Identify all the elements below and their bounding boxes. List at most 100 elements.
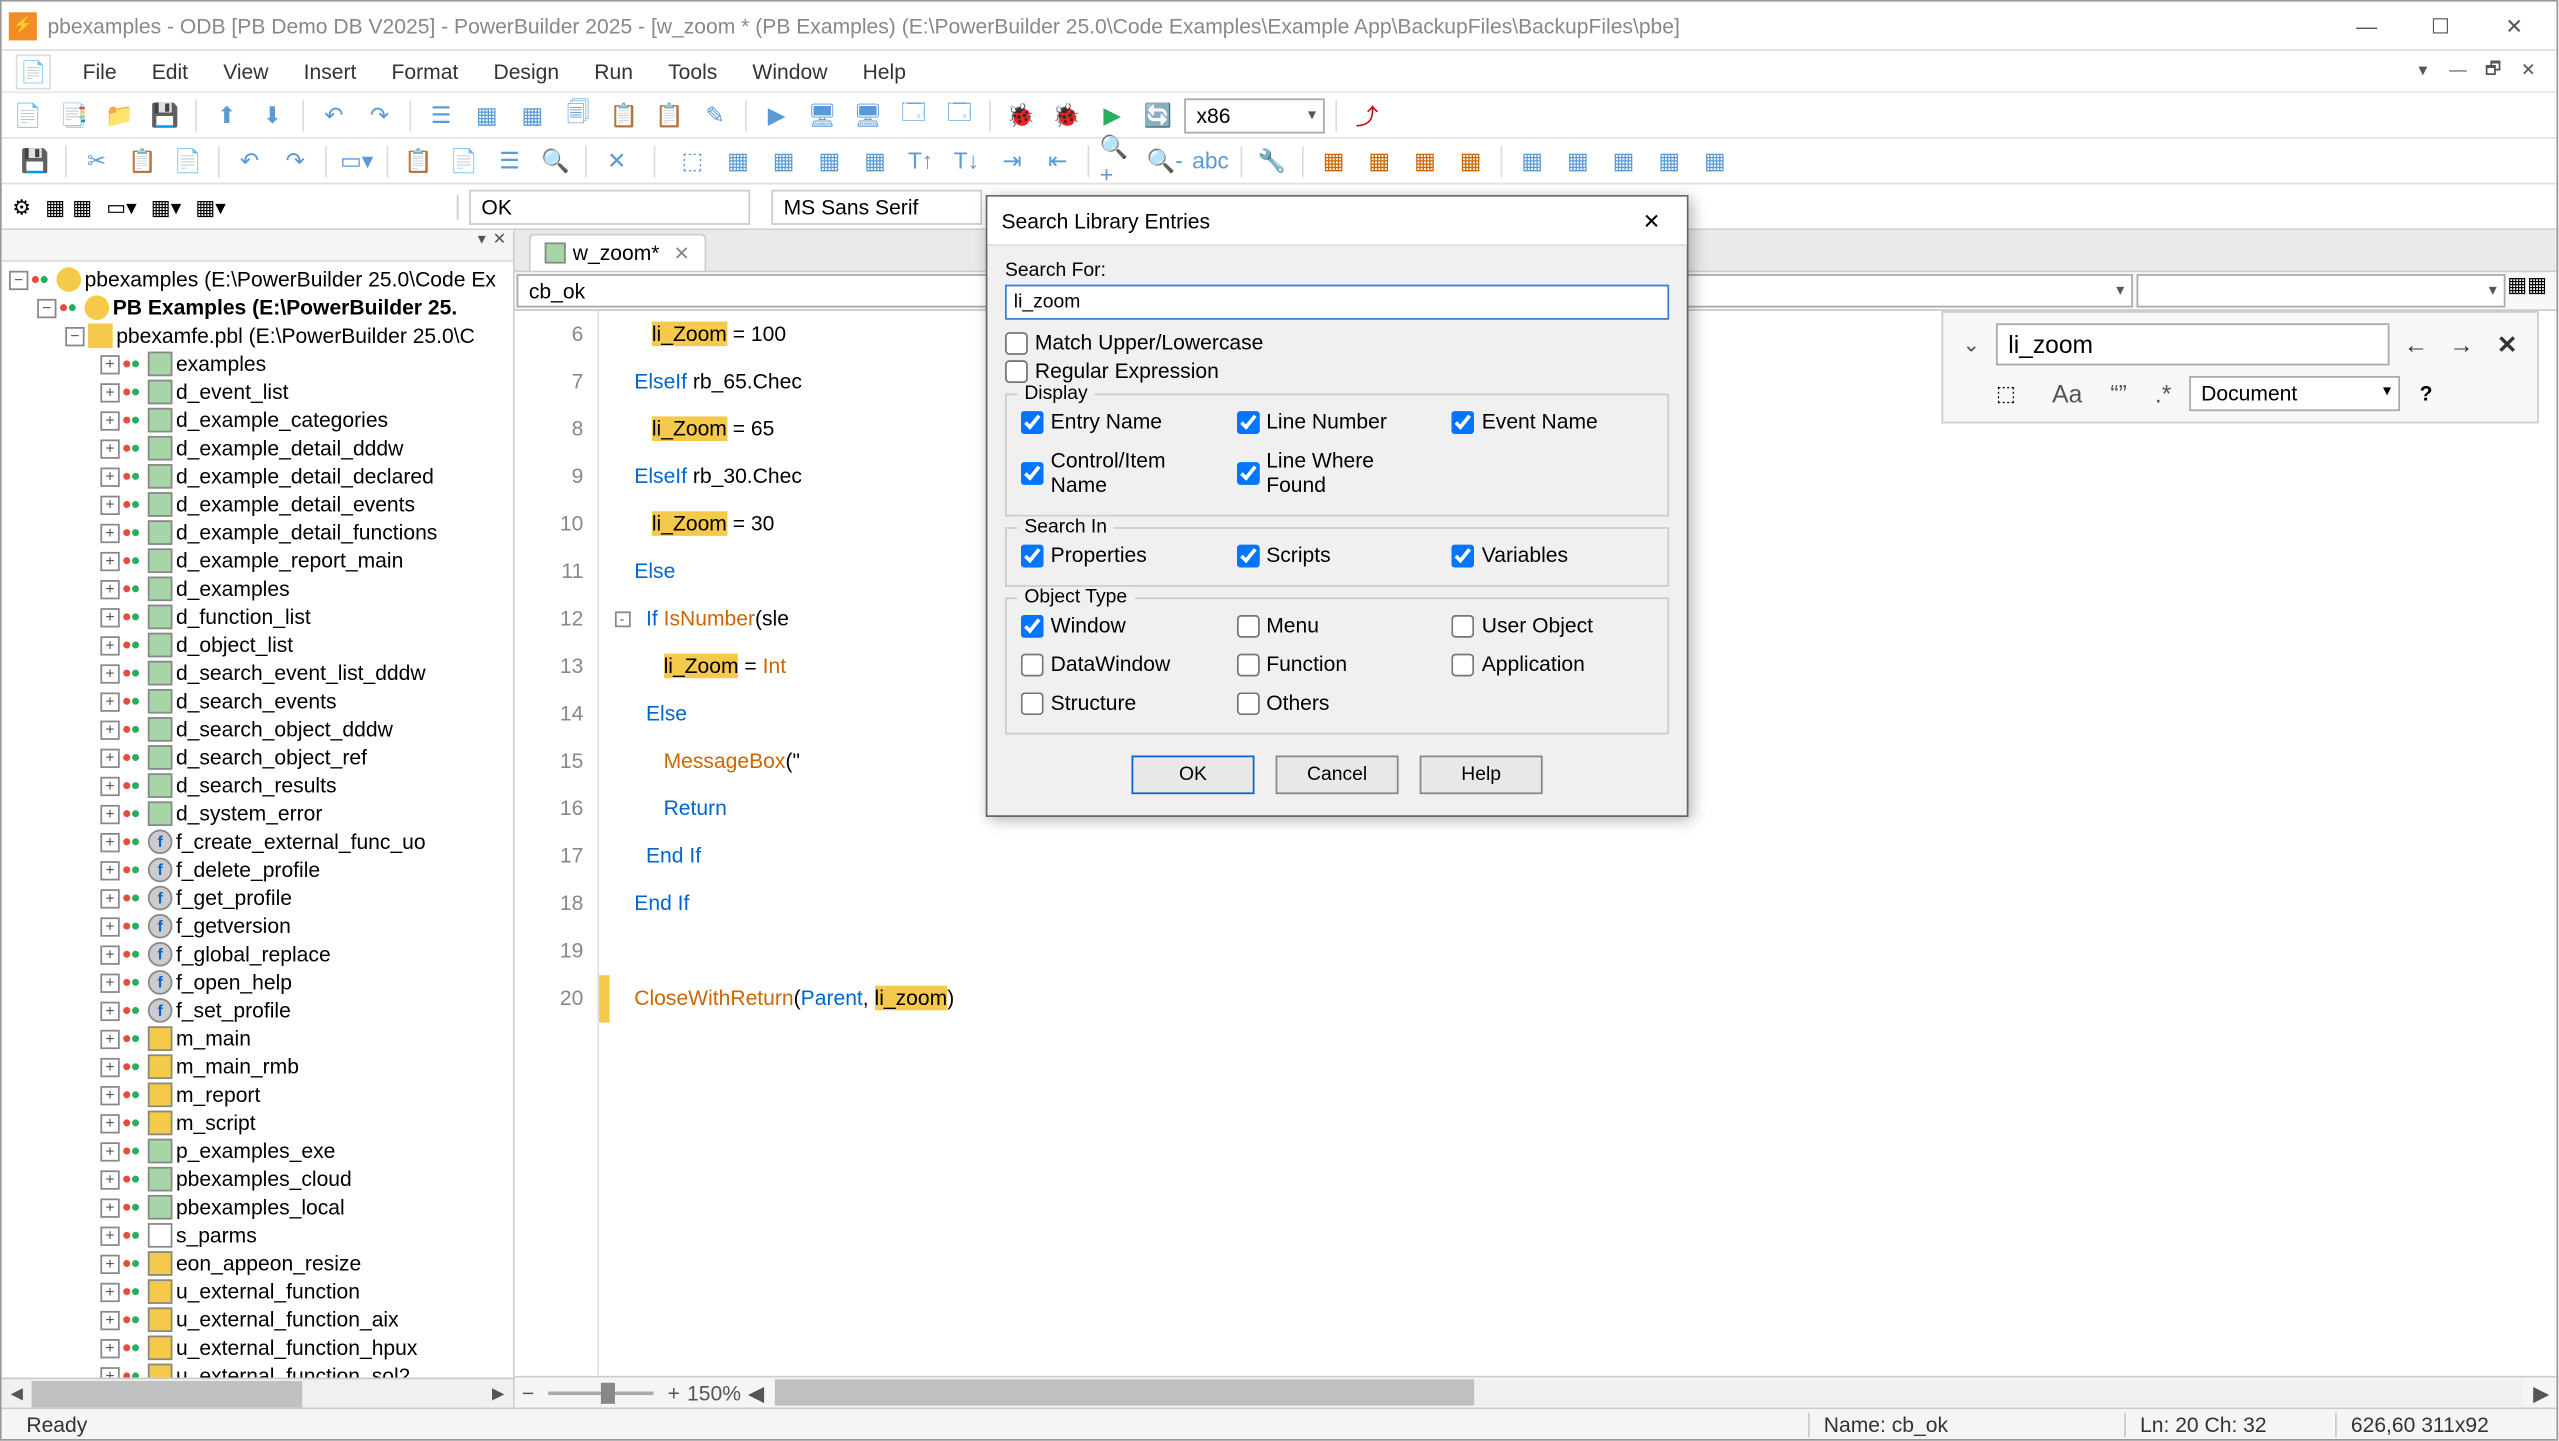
tree-item[interactable]: +d_search_object_dddw: [2, 715, 513, 743]
menu-view[interactable]: View: [206, 55, 286, 87]
tool-icon[interactable]: ▦: [467, 96, 506, 135]
view-mode-icon[interactable]: ▦: [2507, 272, 2527, 309]
tool-icon[interactable]: 🔍: [536, 141, 575, 180]
menu-design[interactable]: Design: [476, 55, 577, 87]
tree-item[interactable]: +m_report: [2, 1081, 513, 1109]
tree-item[interactable]: +d_example_categories: [2, 406, 513, 434]
mdi-close-button[interactable]: ✕: [2514, 57, 2542, 85]
minimize-button[interactable]: —: [2332, 4, 2402, 46]
menu-edit[interactable]: Edit: [134, 55, 205, 87]
tree-item[interactable]: +u_external_function_sol2: [2, 1362, 513, 1378]
tool-icon[interactable]: ↷: [360, 96, 399, 135]
undo-icon[interactable]: ↶: [230, 141, 269, 180]
tree-item[interactable]: +pbexamples_cloud: [2, 1165, 513, 1193]
match-case-option[interactable]: Aa: [2042, 376, 2093, 411]
menu-window[interactable]: Window: [735, 55, 845, 87]
tree-item[interactable]: +ff_set_profile: [2, 996, 513, 1024]
tool-icon[interactable]: ▦: [1650, 141, 1689, 180]
tree-item[interactable]: +p_examples_exe: [2, 1137, 513, 1165]
object-type-checkbox[interactable]: [1452, 614, 1475, 637]
tree-item[interactable]: +eon_appeon_resize: [2, 1249, 513, 1277]
close-icon[interactable]: ✕: [489, 230, 509, 260]
object-type-checkbox[interactable]: [1452, 653, 1475, 676]
scroll-right-button[interactable]: ▶: [2533, 1380, 2549, 1405]
file-menu-icon[interactable]: 📄: [16, 54, 51, 89]
tree-item[interactable]: +s_parms: [2, 1221, 513, 1249]
tool-icon[interactable]: ▦▾: [195, 194, 226, 219]
new-icon[interactable]: 📄: [9, 96, 48, 135]
display-checkbox[interactable]: [1236, 410, 1259, 433]
tree-item[interactable]: +ff_getversion: [2, 912, 513, 940]
help-icon[interactable]: ?: [2407, 381, 2446, 406]
tree-item[interactable]: +examples: [2, 350, 513, 378]
search-in-checkbox[interactable]: [1021, 544, 1044, 567]
menu-tools[interactable]: Tools: [651, 55, 735, 87]
tree-item[interactable]: +d_example_detail_functions: [2, 518, 513, 546]
bug-icon[interactable]: 🐞: [1047, 96, 1086, 135]
copy-icon[interactable]: 📋: [123, 141, 162, 180]
search-in-checkbox[interactable]: [1452, 544, 1475, 567]
zoom-out-button[interactable]: −: [522, 1380, 534, 1405]
view-mode-icon[interactable]: ▦: [2527, 272, 2547, 309]
tool-icon[interactable]: ▦: [856, 141, 895, 180]
maximize-button[interactable]: ☐: [2405, 4, 2475, 46]
object-type-checkbox[interactable]: [1021, 691, 1044, 714]
font-size-up-icon[interactable]: T↑: [901, 141, 940, 180]
tool-icon[interactable]: ✎: [696, 96, 735, 135]
refresh-icon[interactable]: 🔄: [1139, 96, 1178, 135]
tree-root[interactable]: − pbexamples (E:\PowerBuilder 25.0\Code …: [2, 265, 513, 293]
bug-icon[interactable]: 🐞: [1001, 96, 1040, 135]
zoom-in-button[interactable]: +: [668, 1380, 680, 1405]
tool-icon[interactable]: 📋: [650, 96, 689, 135]
tool-icon[interactable]: ⬚: [673, 141, 712, 180]
menu-run[interactable]: Run: [577, 55, 651, 87]
tree-item[interactable]: +m_main_rmb: [2, 1052, 513, 1080]
tree-h-scrollbar[interactable]: ◀▶: [2, 1377, 513, 1407]
tool-icon[interactable]: 📄: [445, 141, 484, 180]
ok-button[interactable]: OK: [1132, 756, 1255, 795]
run-icon[interactable]: ▶: [1093, 96, 1132, 135]
context-selector[interactable]: OK: [469, 189, 750, 224]
sql-icon[interactable]: ▦: [1451, 141, 1490, 180]
tool-icon[interactable]: 🖥: [803, 96, 842, 135]
tree-item[interactable]: +u_external_function_hpux: [2, 1334, 513, 1362]
find-scope-dropdown[interactable]: Document: [2189, 376, 2400, 411]
tool-icon[interactable]: 📋: [604, 96, 643, 135]
platform-combo[interactable]: x86: [1184, 98, 1325, 133]
tree-item[interactable]: +d_example_detail_dddw: [2, 434, 513, 462]
titlebar[interactable]: ⚡ pbexamples - ODB [PB Demo DB V2025] - …: [2, 2, 2557, 51]
tool-icon[interactable]: ▭▾: [106, 194, 137, 219]
tree-item[interactable]: +m_main: [2, 1024, 513, 1052]
object-type-checkbox[interactable]: [1021, 653, 1044, 676]
close-icon[interactable]: ✕: [597, 141, 636, 180]
tree-item[interactable]: +d_example_report_main: [2, 546, 513, 574]
sql-icon[interactable]: ▦: [1406, 141, 1445, 180]
menu-format[interactable]: Format: [374, 55, 476, 87]
tool-icon[interactable]: ⬇: [253, 96, 292, 135]
outdent-icon[interactable]: ⇤: [1038, 141, 1077, 180]
tree-body[interactable]: − pbexamples (E:\PowerBuilder 25.0\Code …: [2, 262, 513, 1378]
close-button[interactable]: ✕: [2479, 4, 2549, 46]
tree-item[interactable]: +d_system_error: [2, 799, 513, 827]
tree-item[interactable]: +pbexamples_local: [2, 1193, 513, 1221]
display-checkbox[interactable]: [1021, 410, 1044, 433]
zoom-out-icon[interactable]: 🔍-: [1146, 141, 1185, 180]
paste-icon[interactable]: 📄: [169, 141, 208, 180]
object-type-checkbox[interactable]: [1236, 614, 1259, 637]
regex-option[interactable]: .*: [2144, 376, 2182, 411]
cut-icon[interactable]: ✂: [77, 141, 116, 180]
dropdown-icon[interactable]: ▾: [2409, 57, 2437, 85]
indent-icon[interactable]: ⇥: [993, 141, 1032, 180]
zoom-in-icon[interactable]: 🔍+: [1100, 141, 1139, 180]
menu-file[interactable]: File: [65, 55, 134, 87]
object-type-checkbox[interactable]: [1236, 653, 1259, 676]
tree-item[interactable]: +d_search_results: [2, 771, 513, 799]
options-icon[interactable]: ⬚: [1996, 381, 2035, 406]
tab-close-icon[interactable]: ✕: [674, 242, 690, 265]
tree-item[interactable]: +m_script: [2, 1109, 513, 1137]
sql-icon[interactable]: ▦: [1360, 141, 1399, 180]
redo-icon[interactable]: ↷: [276, 141, 315, 180]
tool-icon[interactable]: ▦: [764, 141, 803, 180]
list-icon[interactable]: ☰: [422, 96, 461, 135]
tree-item[interactable]: +ff_open_help: [2, 968, 513, 996]
